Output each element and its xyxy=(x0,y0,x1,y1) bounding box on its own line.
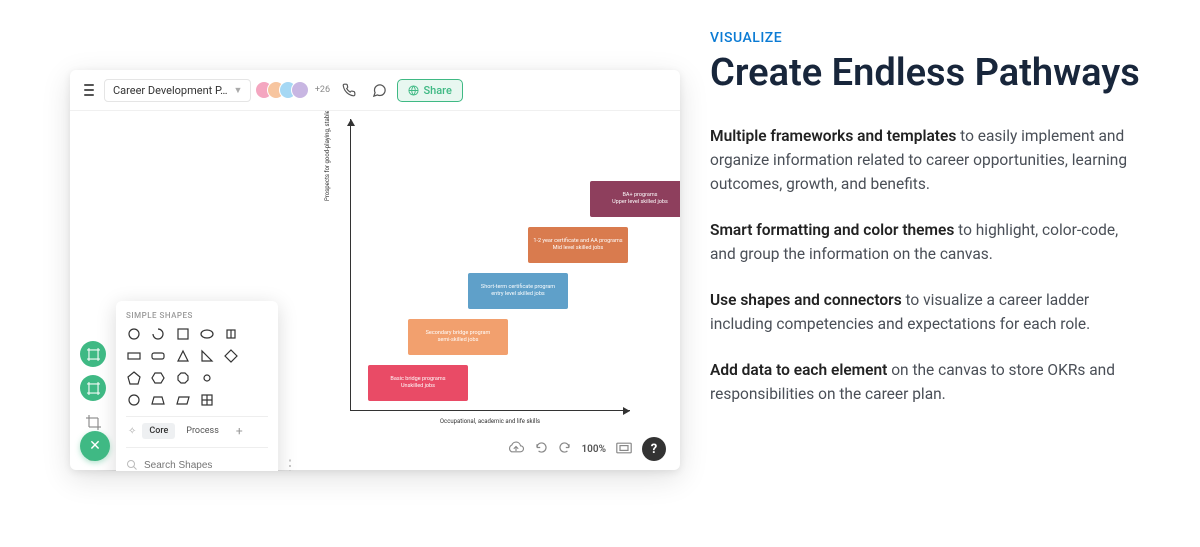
eyebrow: VISUALIZE xyxy=(710,30,1140,46)
shape-circle2[interactable] xyxy=(126,392,142,408)
menu-icon[interactable] xyxy=(80,80,98,100)
zoom-level[interactable]: 100% xyxy=(581,444,606,455)
collaborator-count: +26 xyxy=(313,81,331,99)
tab-process[interactable]: Process xyxy=(179,423,226,439)
search-shapes-input[interactable] xyxy=(144,460,276,471)
topbar: Career Development P… ▼ +26 Share xyxy=(70,70,680,111)
shape-cylinder[interactable] xyxy=(223,326,239,342)
shape-circle[interactable] xyxy=(126,326,142,342)
status-bar: 100% ? xyxy=(507,437,666,461)
search-icon xyxy=(126,456,138,471)
shape-hexagon[interactable] xyxy=(150,370,166,386)
shape-diamond[interactable] xyxy=(223,348,239,364)
career-block-5[interactable]: BA+ programs Upper level skilled jobs xyxy=(590,181,680,217)
shapes-panel: SIMPLE SHAPES xyxy=(116,301,278,471)
document-title-dropdown[interactable]: Career Development P… ▼ xyxy=(104,79,251,102)
tab-core[interactable]: Core xyxy=(142,423,175,439)
shape-triangle[interactable] xyxy=(175,348,191,364)
redo-icon[interactable] xyxy=(558,441,571,457)
shape-right-triangle[interactable] xyxy=(199,348,215,364)
marketing-copy: VISUALIZE Create Endless Pathways Multip… xyxy=(700,0,1170,547)
more-icon[interactable]: ⋮ xyxy=(282,456,299,471)
help-button[interactable]: ? xyxy=(642,437,666,461)
career-block-1[interactable]: Basic bridge programs Unskilled jobs xyxy=(368,365,468,401)
shape-tabs: ✧ Core Process + xyxy=(126,416,268,439)
cloud-sync-icon[interactable] xyxy=(507,441,525,458)
chevron-down-icon: ▼ xyxy=(234,85,243,96)
app-window: Career Development P… ▼ +26 Share Prospe… xyxy=(70,70,680,470)
career-block-3[interactable]: Short-term certificate program entry lev… xyxy=(468,273,568,309)
close-panel-button[interactable]: ✕ xyxy=(80,431,110,461)
comment-icon[interactable] xyxy=(367,78,391,102)
document-title: Career Development P… xyxy=(113,84,228,97)
dock-frame-tool-2[interactable] xyxy=(80,375,106,401)
shape-octagon[interactable] xyxy=(175,370,191,386)
shape-search: ⋮ xyxy=(126,447,268,471)
shape-rounded-rect[interactable] xyxy=(150,348,166,364)
shape-small-circle[interactable] xyxy=(199,370,215,386)
call-icon[interactable] xyxy=(337,78,361,102)
collaborator-avatars[interactable]: +26 xyxy=(261,81,331,99)
pin-icon[interactable]: ✧ xyxy=(126,424,138,439)
x-axis-label: Occupational, academic and life skills xyxy=(380,418,600,425)
share-button[interactable]: Share xyxy=(397,79,462,102)
shape-pentagon[interactable] xyxy=(126,370,142,386)
paragraph-3: Use shapes and connectors to visualize a… xyxy=(710,288,1140,336)
paragraph-2: Smart formatting and color themes to hig… xyxy=(710,218,1140,266)
dock-frame-tool[interactable] xyxy=(80,341,106,367)
undo-icon[interactable] xyxy=(535,441,548,457)
shape-grid xyxy=(126,326,268,408)
shape-ellipse[interactable] xyxy=(199,326,215,342)
canvas[interactable]: Prospects for good-playing, stable emplo… xyxy=(70,111,680,471)
x-axis xyxy=(350,410,630,411)
shape-grid[interactable] xyxy=(199,392,215,408)
shape-trapezoid[interactable] xyxy=(150,392,166,408)
career-block-2[interactable]: Secondary bridge program semi-skilled jo… xyxy=(408,319,508,355)
shape-rect[interactable] xyxy=(126,348,142,364)
shape-parallelogram[interactable] xyxy=(175,392,191,408)
shapes-panel-heading: SIMPLE SHAPES xyxy=(126,311,268,320)
headline: Create Endless Pathways xyxy=(710,52,1140,96)
shape-partial-circle[interactable] xyxy=(150,326,166,342)
paragraph-1: Multiple frameworks and templates to eas… xyxy=(710,124,1140,196)
y-axis xyxy=(350,119,351,411)
career-block-4[interactable]: 1-2 year certificate and AA programs Mid… xyxy=(528,227,628,263)
tab-add[interactable]: + xyxy=(230,424,249,438)
shape-square[interactable] xyxy=(175,326,191,342)
paragraph-4: Add data to each element on the canvas t… xyxy=(710,358,1140,406)
y-axis-label: Prospects for good-playing, stable emplo… xyxy=(324,111,331,201)
fit-screen-icon[interactable] xyxy=(616,442,632,457)
